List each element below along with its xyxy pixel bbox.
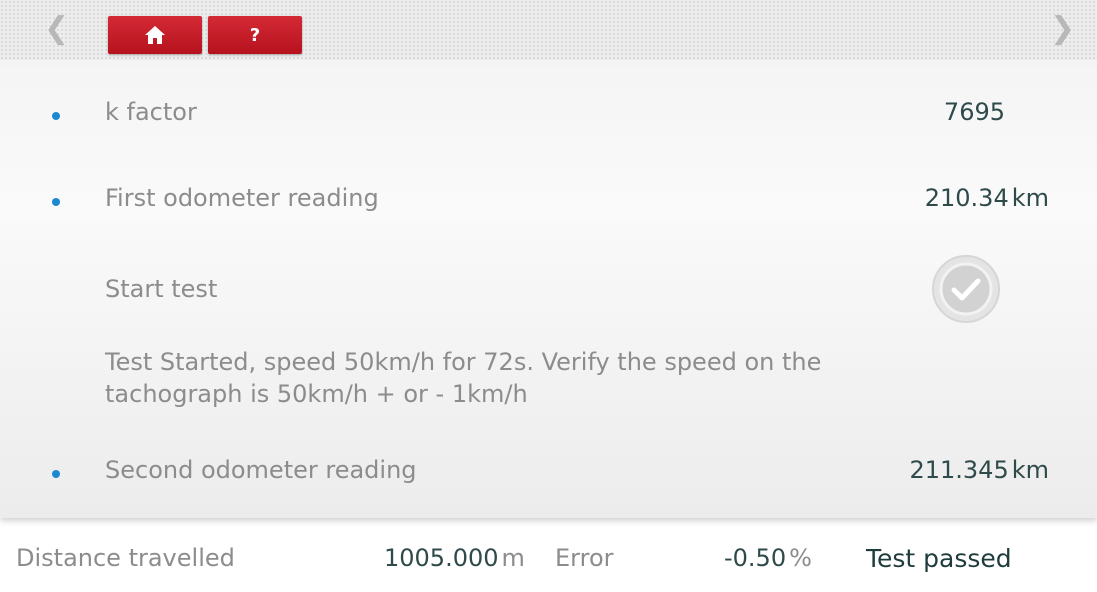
k-factor-value: 7695 — [943, 98, 1005, 126]
second-odometer-number: 211.345 — [909, 456, 1009, 484]
error-number: -0.50 — [724, 544, 787, 572]
first-odometer-label: First odometer reading — [105, 184, 379, 212]
chevron-left-icon[interactable]: ❮ — [44, 14, 69, 44]
help-label: ? — [249, 24, 261, 46]
home-icon — [145, 26, 165, 44]
bullet-icon — [52, 198, 60, 206]
row-k-factor: k factor 7695 — [0, 96, 1097, 136]
test-message: Test Started, speed 50km/h for 72s. Veri… — [105, 348, 822, 408]
distance-value: 1005.000 m — [384, 544, 525, 572]
bullet-icon — [52, 470, 60, 478]
k-factor-label: k factor — [105, 98, 197, 126]
checkmark-circle-icon[interactable] — [931, 254, 1001, 324]
test-result: Test passed — [866, 544, 1012, 573]
home-button[interactable] — [108, 16, 202, 54]
error-value: -0.50% — [724, 544, 812, 572]
summary-footer: Distance travelled 1005.000 m Error -0.50… — [0, 530, 1097, 590]
error-label: Error — [555, 544, 614, 572]
first-odometer-unit: km — [1011, 184, 1049, 212]
error-unit: % — [789, 544, 812, 572]
first-odometer-value: 210.34 km — [925, 184, 1049, 212]
first-odometer-number: 210.34 — [924, 184, 1009, 212]
bullet-icon — [52, 112, 60, 120]
distance-label: Distance travelled — [16, 544, 235, 572]
second-odometer-unit: km — [1011, 456, 1049, 484]
second-odometer-value: 211.345 km — [909, 456, 1049, 484]
second-odometer-label: Second odometer reading — [105, 456, 417, 484]
chevron-right-icon[interactable]: ❯ — [1050, 14, 1075, 44]
top-toolbar: ❮ ? ❯ — [0, 0, 1097, 60]
main-panel: ❮ ? ❯ k factor 7695 First odometer readi… — [0, 0, 1097, 518]
distance-unit: m — [501, 544, 525, 572]
start-test-label: Start test — [105, 275, 218, 303]
row-second-odometer[interactable]: Second odometer reading 211.345 km — [0, 456, 1097, 496]
row-first-odometer[interactable]: First odometer reading 210.34 km — [0, 184, 1097, 224]
distance-number: 1005.000 — [384, 544, 499, 572]
help-button[interactable]: ? — [208, 16, 302, 54]
